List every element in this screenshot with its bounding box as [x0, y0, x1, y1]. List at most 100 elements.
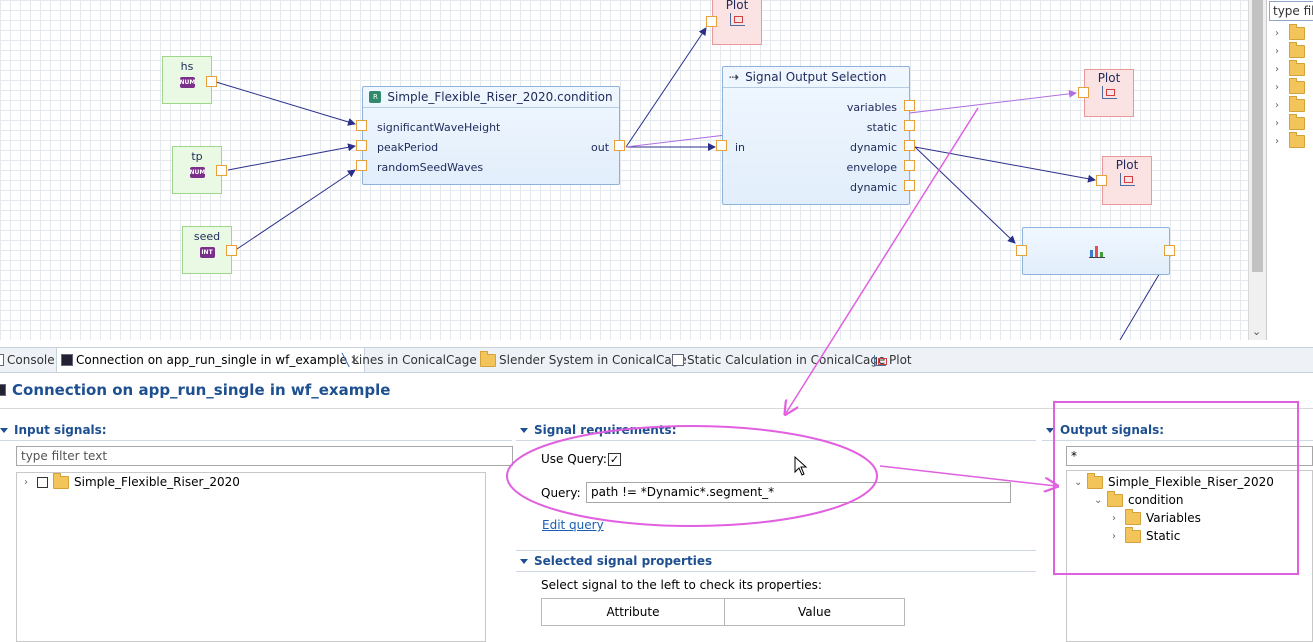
seed-parameter-node[interactable]: seed INT — [182, 226, 232, 274]
signal-requirements-heading: Signal requirements: — [534, 423, 677, 437]
num-type-icon: NUM — [189, 167, 206, 178]
tab-slender-system[interactable]: Slender System in ConicalCage — [480, 348, 687, 372]
tab-static-calculation[interactable]: Static Calculation in ConicalCage — [672, 348, 885, 372]
envelope-port[interactable] — [904, 160, 915, 171]
input-tree-item-label: Simple_Flexible_Riser_2020 — [74, 475, 240, 489]
chevron-right-icon[interactable]: › — [1275, 46, 1283, 57]
attribute-column-header[interactable]: Attribute — [541, 598, 725, 626]
collapse-icon[interactable] — [1046, 427, 1054, 433]
chevron-right-icon[interactable]: › — [1275, 100, 1283, 111]
scroll-down-icon[interactable]: ⌄ — [1252, 325, 1261, 338]
output-signals-filter[interactable]: * — [1066, 446, 1313, 466]
plot-2-input-port[interactable] — [1078, 87, 1089, 98]
random-seed-waves-port[interactable] — [356, 160, 367, 171]
output-signals-header[interactable]: Output signals: — [1046, 421, 1164, 439]
tab-console[interactable]: Console — [0, 348, 55, 372]
signal-output-selection-node[interactable]: ⇢ Signal Output Selection in variables s… — [722, 66, 910, 205]
output-variables-label: variables — [846, 101, 897, 114]
collapse-icon[interactable] — [520, 427, 528, 433]
selected-signal-properties-header[interactable]: Selected signal properties — [520, 552, 712, 570]
collapse-icon[interactable] — [0, 427, 8, 433]
hs-parameter-node[interactable]: hs NUM — [162, 56, 212, 104]
chart-output-port[interactable] — [1164, 245, 1175, 256]
palette-folder[interactable]: › — [1275, 59, 1305, 78]
chevron-down-icon[interactable]: ⌄ — [1094, 495, 1102, 506]
variables-port[interactable] — [904, 100, 915, 111]
input-signals-tree[interactable] — [16, 472, 486, 642]
chevron-down-icon[interactable]: ⌄ — [1074, 477, 1082, 488]
output-tree-static[interactable]: › Static — [1112, 526, 1180, 545]
significant-wave-height-port[interactable] — [356, 120, 367, 131]
tab-plot[interactable]: Plot — [874, 348, 912, 372]
output-tree-condition[interactable]: ⌄ condition — [1094, 490, 1183, 509]
num-type-icon: NUM — [179, 77, 196, 88]
tab-plot-label: Plot — [889, 353, 912, 367]
chart-input-port[interactable] — [1016, 245, 1027, 256]
plot-node-2[interactable]: Plot — [1084, 69, 1134, 117]
palette-folder[interactable]: › — [1275, 77, 1305, 96]
input-signals-header[interactable]: Input signals: — [0, 421, 107, 439]
palette-folder[interactable]: › — [1275, 23, 1305, 42]
input-tree-item[interactable]: › Simple_Flexible_Riser_2020 — [24, 472, 240, 491]
seed-output-port[interactable] — [226, 245, 237, 256]
chevron-right-icon[interactable]: › — [1275, 136, 1283, 147]
palette-folder[interactable]: › — [1275, 41, 1305, 60]
hs-output-port[interactable] — [206, 76, 217, 87]
folder-icon — [1289, 77, 1305, 94]
folder-icon — [53, 472, 69, 489]
dynamic-2-port[interactable] — [904, 180, 915, 191]
folder-icon — [1289, 59, 1305, 76]
section-divider — [0, 440, 512, 441]
chevron-right-icon[interactable]: › — [1275, 64, 1283, 75]
static-port[interactable] — [904, 120, 915, 131]
signal-output-title: Signal Output Selection — [745, 70, 887, 84]
tab-lines[interactable]: ╲ Lines in ConicalCage — [342, 348, 477, 372]
chevron-right-icon[interactable]: › — [1275, 82, 1283, 93]
palette-folder[interactable]: › — [1275, 113, 1305, 132]
tab-lines-label: Lines in ConicalCage — [352, 353, 477, 367]
chevron-right-icon[interactable]: › — [1275, 118, 1283, 129]
folder-icon — [1087, 472, 1103, 489]
palette-folder[interactable]: › — [1275, 95, 1305, 114]
palette-filter-input[interactable]: type filt — [1269, 1, 1313, 21]
plot-icon — [1119, 173, 1135, 186]
plot-node-1[interactable]: Plot — [712, 0, 762, 45]
condition-node[interactable]: R Simple_Flexible_Riser_2020.condition s… — [362, 86, 620, 185]
input-signals-filter[interactable]: type filter text — [16, 446, 513, 466]
view-title-bar: Connection on app_run_single in wf_examp… — [0, 372, 1313, 409]
query-input[interactable]: path != *Dynamic*.segment_* — [586, 482, 1011, 503]
value-column-header[interactable]: Value — [724, 598, 905, 626]
plot-3-input-port[interactable] — [1096, 175, 1107, 186]
tp-parameter-node[interactable]: tp NUM — [172, 146, 222, 194]
tab-connection[interactable]: Connection on app_run_single in wf_examp… — [56, 348, 366, 372]
int-type-icon: INT — [199, 247, 215, 258]
plot-1-input-port[interactable] — [706, 16, 717, 27]
section-divider — [1042, 440, 1313, 441]
edit-query-link[interactable]: Edit query — [542, 518, 604, 532]
checkbox[interactable] — [37, 476, 48, 488]
plot-node-3-title: Plot — [1115, 158, 1139, 172]
output-tree-variables[interactable]: › Variables — [1112, 508, 1201, 527]
signal-requirements-header[interactable]: Signal requirements: — [520, 421, 677, 439]
input-signals-heading: Input signals: — [14, 423, 107, 437]
plot-node-3[interactable]: Plot — [1102, 156, 1152, 205]
chevron-right-icon[interactable]: › — [1112, 513, 1120, 524]
tp-output-port[interactable] — [216, 165, 227, 176]
peak-period-port[interactable] — [356, 140, 367, 151]
condition-out-port[interactable] — [614, 140, 625, 151]
workflow-canvas[interactable]: hs NUM tp NUM seed INT R Simple_Flexible… — [0, 0, 1248, 340]
chevron-right-icon[interactable]: › — [1275, 28, 1283, 39]
chevron-right-icon[interactable]: › — [24, 477, 32, 488]
canvas-vertical-scrollbar[interactable]: ⌄ — [1248, 0, 1266, 340]
chart-processor-node[interactable] — [1022, 227, 1170, 275]
dynamic-port[interactable] — [904, 140, 915, 151]
use-query-checkbox[interactable]: ✓ — [608, 453, 621, 466]
signal-in-port[interactable] — [716, 140, 727, 151]
tab-console-label: Console — [7, 353, 55, 367]
output-tree-root[interactable]: ⌄ Simple_Flexible_Riser_2020 — [1074, 472, 1274, 491]
chevron-right-icon[interactable]: › — [1112, 531, 1120, 542]
palette-folder[interactable]: › — [1275, 131, 1305, 150]
view-tab-bar: Console Connection on app_run_single in … — [0, 347, 1313, 373]
scrollbar-thumb[interactable] — [1252, 0, 1263, 272]
collapse-icon[interactable] — [520, 558, 528, 564]
